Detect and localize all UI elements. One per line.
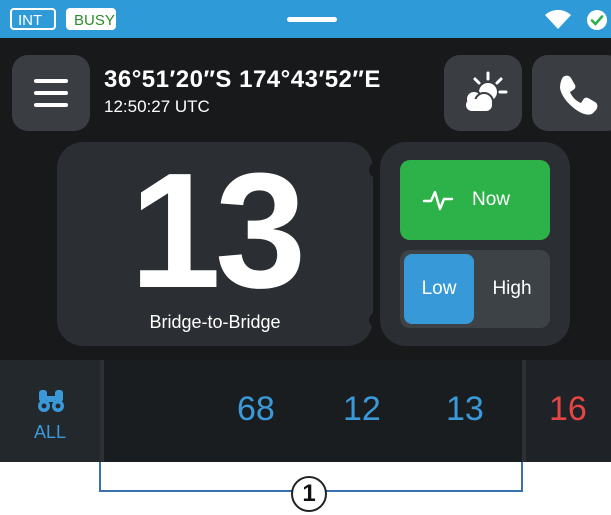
busy-indicator: BUSY [66, 8, 116, 30]
channel-item[interactable]: 12 [343, 390, 381, 429]
power-toggle: Low High [400, 250, 550, 328]
channel-panel: 13 Bridge-to-Bridge [57, 142, 373, 346]
utc-time: 12:50:27 UTC [104, 97, 210, 116]
now-label: Now [472, 189, 511, 210]
hamburger-menu-icon [34, 79, 68, 83]
call-button[interactable] [532, 55, 611, 131]
channel-bar: ALL 68 12 13 16 [0, 360, 611, 462]
divider [522, 360, 526, 462]
weather-sun-cloud-icon [465, 71, 508, 112]
hamburger-menu-icon [34, 91, 68, 95]
channel-item[interactable]: 13 [446, 390, 484, 429]
binoculars-icon [38, 390, 64, 412]
power-high-option[interactable]: High [478, 254, 546, 324]
channel-name: Bridge-to-Bridge [149, 312, 281, 332]
phone-icon [560, 75, 598, 115]
channel-number: 13 [129, 139, 306, 322]
menu-button[interactable] [12, 55, 90, 131]
channel-item[interactable]: 68 [237, 390, 275, 429]
weather-button[interactable] [444, 55, 522, 131]
status-bar: INT BUSY [0, 0, 611, 38]
check-circle-icon [587, 10, 607, 30]
priority-channel[interactable]: 16 [549, 390, 587, 429]
power-low-option[interactable]: Low [404, 254, 474, 324]
gps-coordinates: 36°51′20″S 174°43′52″E [104, 66, 381, 93]
wifi-icon [545, 9, 571, 29]
int-indicator: INT [10, 8, 56, 30]
pulse-icon [422, 190, 454, 211]
now-button[interactable]: Now [400, 160, 550, 240]
scan-all-label: ALL [33, 422, 67, 442]
callout-number: 1 [291, 476, 327, 512]
favorite-channel-list: 68 12 13 [104, 360, 522, 462]
radio-screen: INT BUSY 36°51′20″S 174°43′52″E 12:50:27… [0, 0, 611, 462]
hamburger-menu-icon [34, 103, 68, 107]
scan-all-button[interactable]: ALL [0, 360, 100, 462]
pull-down-handle[interactable] [287, 17, 337, 22]
